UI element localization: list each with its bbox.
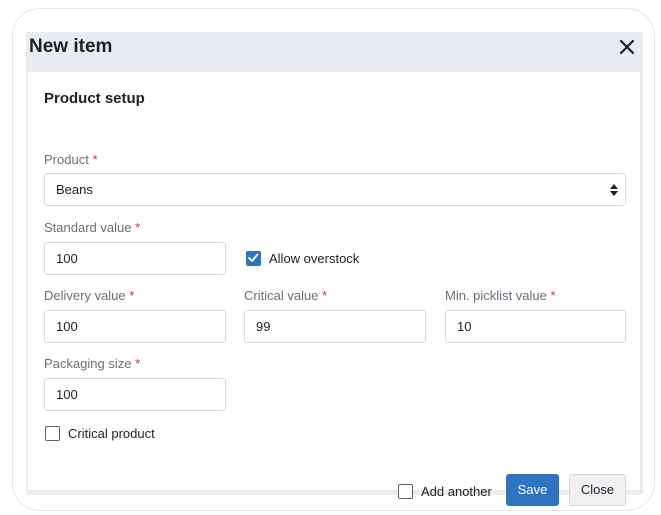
add-another-checkbox[interactable]	[398, 484, 413, 499]
section-title: Product setup	[44, 90, 145, 107]
min-picklist-value-input[interactable]: 10	[445, 310, 626, 343]
required-marker: *	[322, 288, 328, 303]
dialog-header: New item	[26, 32, 643, 70]
standard-value-input[interactable]: 100	[44, 242, 226, 275]
sort-arrows-icon	[610, 184, 618, 196]
required-marker: *	[92, 152, 98, 167]
product-select[interactable]: Beans	[44, 173, 626, 206]
delivery-value-input[interactable]: 100	[44, 310, 226, 343]
packaging-size-label: Packaging size *	[44, 356, 141, 371]
dialog-body: Product setup Product * Beans Standard v…	[28, 72, 640, 506]
required-marker: *	[129, 288, 135, 303]
new-item-dialog: New item Product setup Product * Beans S…	[26, 32, 643, 506]
required-marker: *	[135, 356, 141, 371]
critical-value-label: Critical value *	[244, 288, 328, 303]
required-marker: *	[135, 220, 141, 235]
close-button[interactable]: Close	[569, 474, 626, 506]
packaging-size-input[interactable]: 100	[44, 378, 226, 411]
required-marker: *	[550, 288, 556, 303]
critical-product-checkbox[interactable]	[45, 426, 60, 441]
allow-overstock-checkbox[interactable]	[246, 251, 261, 266]
save-button[interactable]: Save	[506, 474, 559, 506]
allow-overstock-label: Allow overstock	[269, 251, 360, 266]
critical-product-label: Critical product	[68, 426, 155, 441]
standard-value-label: Standard value *	[44, 220, 141, 235]
add-another-label: Add another	[421, 484, 492, 499]
critical-value-input[interactable]: 99	[244, 310, 426, 343]
dialog-title: New item	[29, 36, 113, 57]
delivery-value-label: Delivery value *	[44, 288, 135, 303]
close-icon[interactable]	[618, 38, 636, 56]
product-label: Product *	[44, 152, 98, 167]
min-picklist-value-label: Min. picklist value *	[445, 288, 556, 303]
checkmark-icon	[248, 253, 259, 262]
product-select-value: Beans	[56, 182, 93, 197]
